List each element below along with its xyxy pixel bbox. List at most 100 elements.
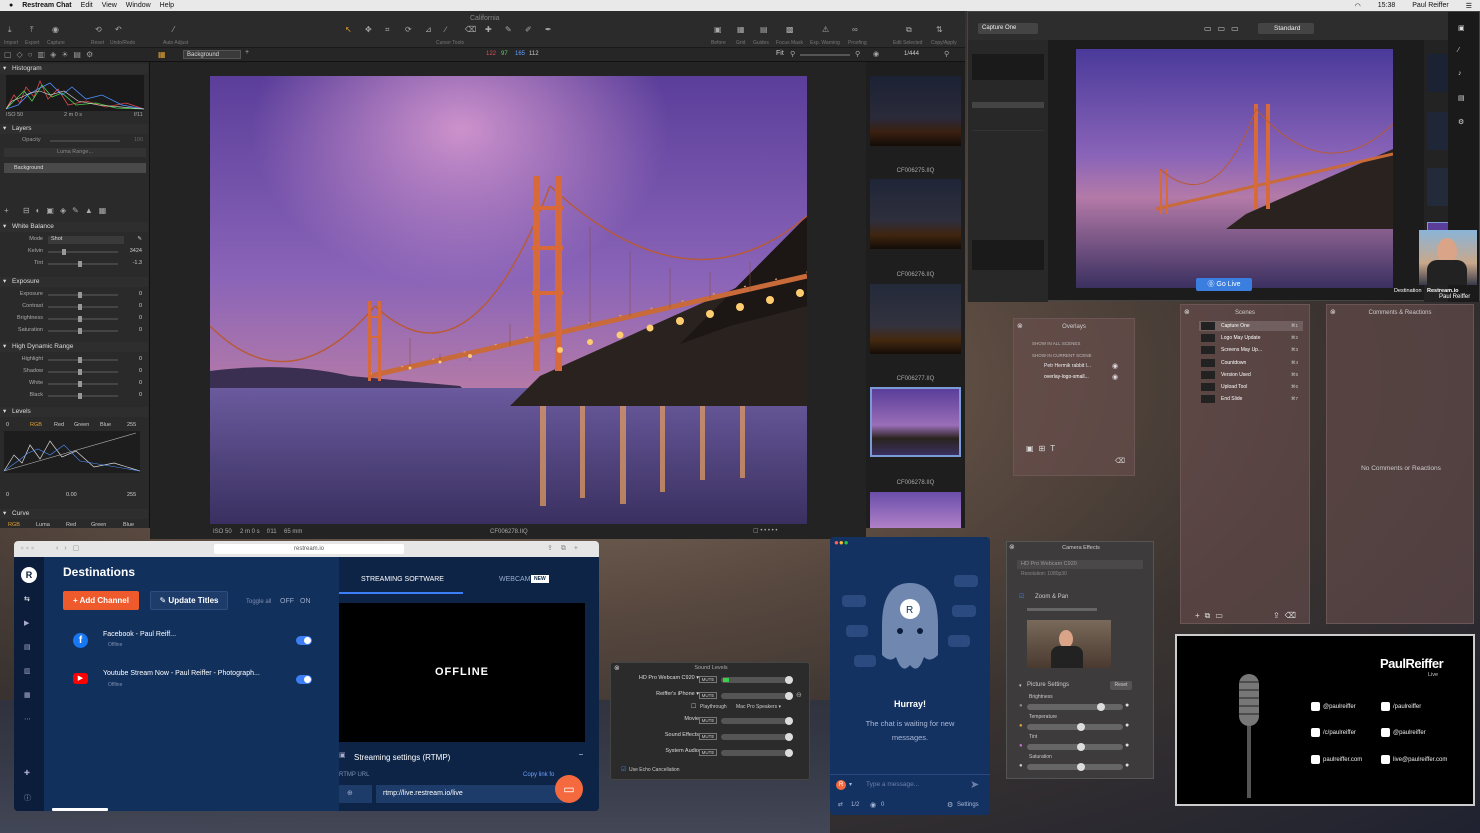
thumbnail-selected[interactable] <box>870 387 961 457</box>
brush-icon[interactable]: ∕ <box>445 25 446 34</box>
thumbnail[interactable] <box>870 179 961 249</box>
slider-knob[interactable] <box>78 304 82 310</box>
scene-share-trash-icons[interactable]: ⇪⌫ <box>1273 611 1301 620</box>
add-channel-button[interactable]: + Add Channel <box>63 591 139 610</box>
zoom-checkbox[interactable]: ☑ <box>1019 593 1024 600</box>
exposure-value[interactable]: 0 <box>139 291 142 297</box>
image-icon[interactable]: ▣ <box>1458 24 1465 32</box>
channel-toggle[interactable] <box>296 636 312 645</box>
before-icon[interactable]: ▣ <box>714 25 722 34</box>
mute-button[interactable]: MUTE <box>699 692 717 699</box>
focus-mask-icon[interactable]: ▩ <box>786 25 794 34</box>
slider-knob[interactable] <box>1077 743 1085 751</box>
eye-icon[interactable]: ◉ <box>1112 362 1118 370</box>
heal-icon[interactable]: ✚ <box>485 25 492 34</box>
layer-select[interactable]: Background <box>183 50 241 59</box>
close-icon[interactable]: ⊗ <box>1017 322 1023 330</box>
settings-gear-icon[interactable]: ⚙ <box>947 801 953 809</box>
traffic-lights[interactable]: ●●● <box>834 538 849 547</box>
slider-knob[interactable] <box>78 316 82 322</box>
volume-slider[interactable] <box>721 717 793 725</box>
eye-icon[interactable]: ◉ <box>873 50 879 58</box>
mute-button[interactable]: MUTE <box>699 717 717 724</box>
exposure-slider[interactable] <box>48 316 118 322</box>
traffic-lights[interactable]: ●●● <box>20 545 36 552</box>
slider-knob[interactable] <box>78 292 82 298</box>
chevron-down-icon[interactable]: ▾ <box>1019 683 1022 689</box>
luma-range-button[interactable]: Luma Range... <box>4 148 146 157</box>
scene-item[interactable]: Upload Tool ⌘6 <box>1199 382 1303 392</box>
wb-mode-select[interactable]: Shot <box>48 236 124 244</box>
speakers-select[interactable]: Mac Pro Speakers ▾ <box>736 704 781 710</box>
curve-header[interactable]: Curve <box>0 509 148 519</box>
camera-icon[interactable]: ◉ <box>52 25 59 34</box>
scene-tools-icons[interactable]: +⧉▭ <box>1195 611 1228 621</box>
info-icon[interactable]: ⓘ <box>24 793 31 803</box>
volume-slider[interactable] <box>721 692 793 700</box>
rtmp-url-field[interactable]: rtmp://live.restream.io/live <box>376 785 566 803</box>
export-icon[interactable]: ⤒ <box>30 25 34 35</box>
close-icon[interactable]: ⊗ <box>1330 308 1336 316</box>
menu-list-icon[interactable]: ☰ <box>1466 2 1472 10</box>
exposure-slider[interactable] <box>48 328 118 334</box>
hdr-value[interactable]: 0 <box>139 392 142 398</box>
proofing-icon[interactable]: ∞ <box>852 25 858 34</box>
picture-setting-slider[interactable] <box>1027 743 1123 751</box>
warning-icon[interactable]: ⚠ <box>822 25 829 34</box>
slider-knob[interactable] <box>1097 703 1105 711</box>
nav-arrows-icon[interactable]: ‹›▢ <box>56 544 85 552</box>
menu-help[interactable]: Help <box>160 2 174 9</box>
video-icon[interactable]: ▶ <box>24 619 29 627</box>
scene-item[interactable]: Logo May Update ⌘2 <box>1199 333 1303 343</box>
levels-tab-rgb[interactable]: RGB <box>30 422 42 428</box>
zoom-in-icon[interactable]: ⚲ <box>855 50 860 58</box>
music-icon[interactable]: ♪ <box>1458 70 1462 77</box>
restream-avatar-icon[interactable]: R <box>836 780 846 790</box>
slider-knob[interactable] <box>78 328 82 334</box>
wb-picker-icon[interactable]: ✎ <box>137 236 142 242</box>
scene-item[interactable]: Screens May Up... ⌘3 <box>1199 345 1303 355</box>
layers-header[interactable]: Layers <box>0 124 148 134</box>
pointer-icon[interactable]: ↖ <box>345 25 352 34</box>
gear-icon[interactable]: ⚙ <box>1458 118 1464 126</box>
hdr-slider[interactable] <box>48 381 118 387</box>
curve-tab-rgb[interactable]: RGB <box>8 522 20 528</box>
slider-knob[interactable] <box>1077 723 1085 731</box>
slider-knob[interactable] <box>785 749 793 757</box>
import-icon[interactable]: ⤓ <box>8 25 12 35</box>
copy-link-label[interactable]: Copy link fo <box>523 772 554 778</box>
hdr-slider[interactable] <box>48 369 118 375</box>
mute-button[interactable]: MUTE <box>699 676 717 683</box>
kelvin-slider[interactable] <box>48 249 118 255</box>
scene-capture-select[interactable]: Capture One <box>978 23 1038 34</box>
zoom-slider[interactable] <box>800 54 850 56</box>
channel-toggle[interactable] <box>296 675 312 684</box>
pan-icon[interactable]: ✥ <box>365 25 372 34</box>
volume-slider[interactable] <box>721 676 793 684</box>
kelvin-value[interactable]: 3424 <box>130 248 142 254</box>
send-icon[interactable]: ➤ <box>970 778 979 791</box>
slider-knob[interactable] <box>78 381 82 387</box>
copy-apply-icon[interactable]: ⇅ <box>936 25 943 34</box>
scene-item[interactable]: End Slide ⌘7 <box>1199 394 1303 404</box>
slider-knob[interactable] <box>78 369 82 375</box>
toggles-icon[interactable]: ⇆ <box>24 595 30 603</box>
picker-icon[interactable]: ✎ <box>505 25 512 34</box>
levels-header[interactable]: Levels <box>0 407 148 417</box>
layout-icons[interactable]: ▭▭▭ <box>1204 24 1245 33</box>
wand-icon[interactable]: ⁄ <box>1458 47 1459 54</box>
slider-knob[interactable] <box>78 393 82 399</box>
opacity-slider[interactable] <box>50 140 120 142</box>
hdr-value[interactable]: 0 <box>139 380 142 386</box>
share-tabs-icons[interactable]: ⇪⧉+ <box>547 544 586 553</box>
toggle-on[interactable]: ON <box>300 598 311 605</box>
curve-tab-luma[interactable]: Luma <box>36 522 50 528</box>
menu-window[interactable]: Window <box>126 2 151 9</box>
grid-icon[interactable]: ▦ <box>737 25 745 34</box>
overlay-item[interactable]: overlay-logo-small... <box>1044 374 1089 380</box>
curve-tab-blue[interactable]: Blue <box>123 522 134 528</box>
chat-settings-label[interactable]: Settings <box>957 802 979 808</box>
toggle-off[interactable]: OFF <box>280 598 294 605</box>
trash-icon[interactable]: ⌫ <box>1115 457 1125 465</box>
picture-setting-slider[interactable] <box>1027 763 1123 771</box>
